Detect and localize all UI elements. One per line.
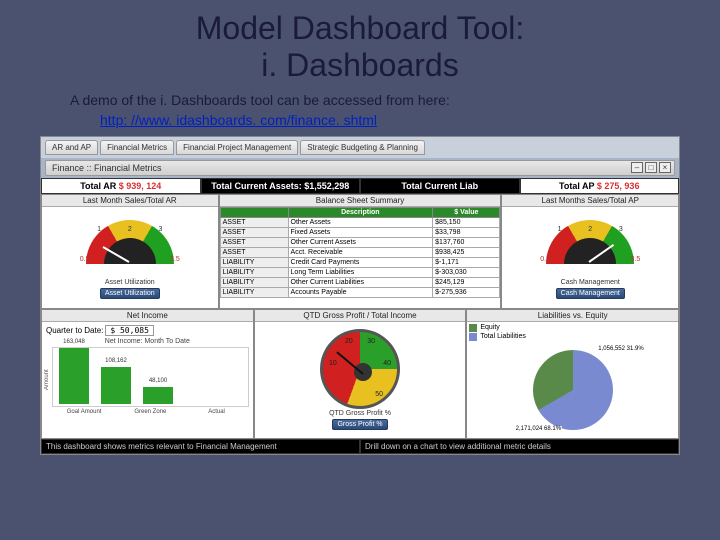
- gauge-gross-profit[interactable]: 10 20 30 40 50: [320, 329, 400, 409]
- panel-hdr-grossprofit: QTD Gross Profit / Total Income: [255, 310, 466, 322]
- panel-hdr-ar: Last Month Sales/Total AR: [42, 195, 218, 207]
- table-row[interactable]: ASSETAcct. Receivable$938,425: [220, 247, 500, 257]
- gross-profit-button[interactable]: Gross Profit %: [332, 419, 387, 430]
- kpi-row: Total AR $ 939, 124 Total Current Assets…: [41, 178, 679, 194]
- pie-legend: EquityTotal Liabilities: [467, 322, 678, 343]
- kpi-current-liab: Total Current Liab: [360, 178, 520, 194]
- panel-hdr-balance: Balance Sheet Summary: [220, 195, 501, 207]
- footer-bar: This dashboard shows metrics relevant to…: [41, 439, 679, 454]
- slide-title: Model Dashboard Tool: i. Dashboards: [30, 10, 690, 84]
- gauge-ap[interactable]: 123 0.5 3.5: [544, 216, 636, 278]
- close-icon[interactable]: ×: [659, 162, 671, 173]
- table-row[interactable]: LIABILITYLong Term Liabilities$-303,030: [220, 267, 500, 277]
- gauge-ap-label: Cash Management: [561, 279, 620, 286]
- tab-ar-and-ap[interactable]: AR and AP: [45, 140, 98, 155]
- table-row[interactable]: LIABILITYAccounts Payable$-275,936: [220, 287, 500, 297]
- panel-title-bar: Finance :: Financial Metrics – □ ×: [45, 160, 675, 176]
- panel-gross-profit: QTD Gross Profit / Total Income 10 20 30…: [254, 309, 467, 439]
- panel-liab-equity: Liabilities vs. Equity EquityTotal Liabi…: [466, 309, 679, 439]
- gauge-ar-label: Asset Utilization: [105, 279, 155, 286]
- panel-ar-gauge: Last Month Sales/Total AR 123 0.5 3.5 As…: [41, 194, 219, 309]
- legend-item: Total Liabilities: [469, 333, 676, 341]
- qtd-value: $ 50,085: [105, 325, 154, 336]
- table-row[interactable]: ASSETFixed Assets$33,798: [220, 227, 500, 237]
- gauge-ar[interactable]: 123 0.5 3.5: [84, 216, 176, 278]
- table-row[interactable]: ASSETOther Assets$85,150: [220, 217, 500, 227]
- legend-item: Equity: [469, 324, 676, 332]
- dashboard-frame: AR and APFinancial MetricsFinancial Proj…: [40, 136, 680, 455]
- bar-0[interactable]: 163,048: [59, 348, 89, 404]
- qtd-label: Quarter to Date:: [46, 326, 103, 335]
- panel-net-income: Net Income Quarter to Date: $ 50,085 Net…: [41, 309, 254, 439]
- kpi-total-ar: Total AR $ 939, 124: [41, 178, 201, 194]
- kpi-current-assets: Total Current Assets: $1,552,298: [201, 178, 361, 194]
- panel-hdr-netincome: Net Income: [42, 310, 253, 322]
- slide-subtitle: A demo of the i. Dashboards tool can be …: [70, 92, 690, 108]
- pie-chart[interactable]: 1,056,552 31.9% 2,171,024 68.1%: [533, 350, 613, 430]
- tabs-row: AR and APFinancial MetricsFinancial Proj…: [41, 137, 679, 158]
- netincome-ylabel: Amount: [44, 345, 50, 415]
- panel-hdr-ap: Last Months Sales/Total AP: [502, 195, 678, 207]
- panel-ap-gauge: Last Months Sales/Total AP 123 0.5 3.5 C…: [501, 194, 679, 309]
- balance-sheet-table: Description$ ValueASSETOther Assets$85,1…: [220, 207, 501, 298]
- bar-1[interactable]: 108,162: [101, 367, 131, 404]
- maximize-icon[interactable]: □: [645, 162, 657, 173]
- table-row[interactable]: LIABILITYOther Current Liabilities$245,1…: [220, 277, 500, 287]
- bar-2[interactable]: 48,100: [143, 387, 173, 403]
- netincome-bar-chart[interactable]: 163,048 108,162 48,100: [52, 347, 249, 407]
- footer-left: This dashboard shows metrics relevant to…: [41, 439, 360, 454]
- minimize-icon[interactable]: –: [631, 162, 643, 173]
- cash-management-button[interactable]: Cash Management: [556, 288, 625, 299]
- panel-hdr-liabequity: Liabilities vs. Equity: [467, 310, 678, 322]
- demo-link[interactable]: http: //www. idashboards. com/finance. s…: [100, 112, 377, 128]
- asset-utilization-button[interactable]: Asset Utilization: [100, 288, 160, 299]
- panel-balance-sheet: Balance Sheet Summary Description$ Value…: [219, 194, 502, 309]
- tab-financial-project-management[interactable]: Financial Project Management: [176, 140, 298, 155]
- tab-financial-metrics[interactable]: Financial Metrics: [100, 140, 174, 155]
- kpi-total-ap: Total AP $ 275, 936: [520, 178, 680, 194]
- gross-profit-label: QTD Gross Profit %: [329, 410, 391, 417]
- panel-title: Finance :: Financial Metrics: [52, 163, 162, 173]
- table-row[interactable]: ASSETOther Current Assets$137,760: [220, 237, 500, 247]
- footer-right: Drill down on a chart to view additional…: [360, 439, 679, 454]
- tab-strategic-budgeting-planning[interactable]: Strategic Budgeting & Planning: [300, 140, 425, 155]
- table-row[interactable]: LIABILITYCredit Card Payments$-1,171: [220, 257, 500, 267]
